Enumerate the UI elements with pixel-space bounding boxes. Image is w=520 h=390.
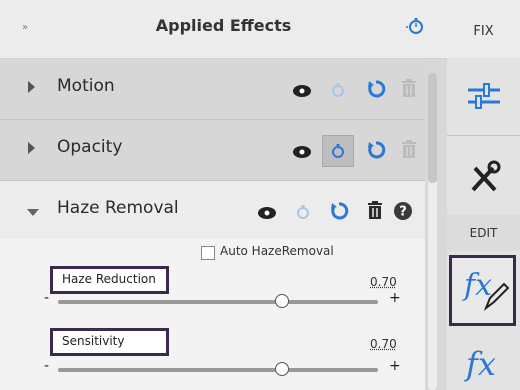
sensitivity-value[interactable]: 0.70 [370,337,397,351]
sensitivity-slider[interactable] [58,368,378,372]
fx-icon[interactable]: fx [466,345,496,383]
stopwatch-icon[interactable] [292,200,314,222]
fix-tab[interactable]: FIX [447,0,520,59]
trash-icon[interactable] [398,77,420,99]
eye-icon[interactable] [291,141,313,163]
panel-title: Applied Effects [155,16,292,35]
collapse-arrow-icon[interactable] [27,209,39,216]
applied-effects-header: » Applied Effects [0,0,447,59]
effect-label: Motion [57,76,115,96]
tools-icon[interactable] [467,160,501,196]
toolbar-divider [447,135,520,136]
scrollbar-thumb[interactable] [428,73,437,183]
reset-icon[interactable] [328,200,350,222]
trash-icon[interactable] [398,138,420,160]
increase-mark: + [389,290,401,306]
scrollbar[interactable] [428,73,437,390]
eye-icon[interactable] [256,202,278,224]
edit-tab[interactable]: EDIT [447,215,520,251]
effect-row-haze-removal[interactable]: Haze Removal ? [0,181,425,239]
reset-icon[interactable] [365,139,387,161]
haze-reduction-value[interactable]: 0.70 [370,275,397,289]
sliders-icon[interactable] [466,80,502,114]
stopwatch-icon[interactable] [405,16,425,36]
eye-icon[interactable] [291,80,313,102]
haze-reduction-label: Haze Reduction [62,272,156,286]
trash-icon[interactable] [364,199,386,221]
fx-brush-icon [483,282,510,311]
sensitivity-label: Sensitivity [62,334,125,348]
auto-haze-removal-checkbox[interactable] [201,246,215,260]
auto-haze-removal-label: Auto HazeRemoval [220,244,334,258]
effect-row-motion[interactable]: Motion [0,59,425,120]
stopwatch-icon[interactable] [327,78,349,100]
fx-effects-button-active[interactable]: fx [449,255,516,326]
sensitivity-slider-thumb[interactable] [275,362,289,376]
svg-text:?: ? [399,205,407,220]
increase-mark: + [389,358,401,374]
help-icon[interactable]: ? [392,200,414,222]
effect-row-opacity[interactable]: Opacity [0,120,425,181]
decrease-mark: - [44,290,50,306]
reset-icon[interactable] [365,78,387,100]
effect-label: Opacity [57,137,123,157]
effect-label: Haze Removal [57,198,179,218]
expand-arrow-icon[interactable] [28,81,35,93]
decrease-mark: - [44,358,50,374]
haze-reduction-slider[interactable] [58,300,378,304]
expand-arrow-icon[interactable] [28,142,35,154]
stopwatch-icon[interactable] [327,139,349,161]
haze-reduction-slider-thumb[interactable] [275,294,289,308]
